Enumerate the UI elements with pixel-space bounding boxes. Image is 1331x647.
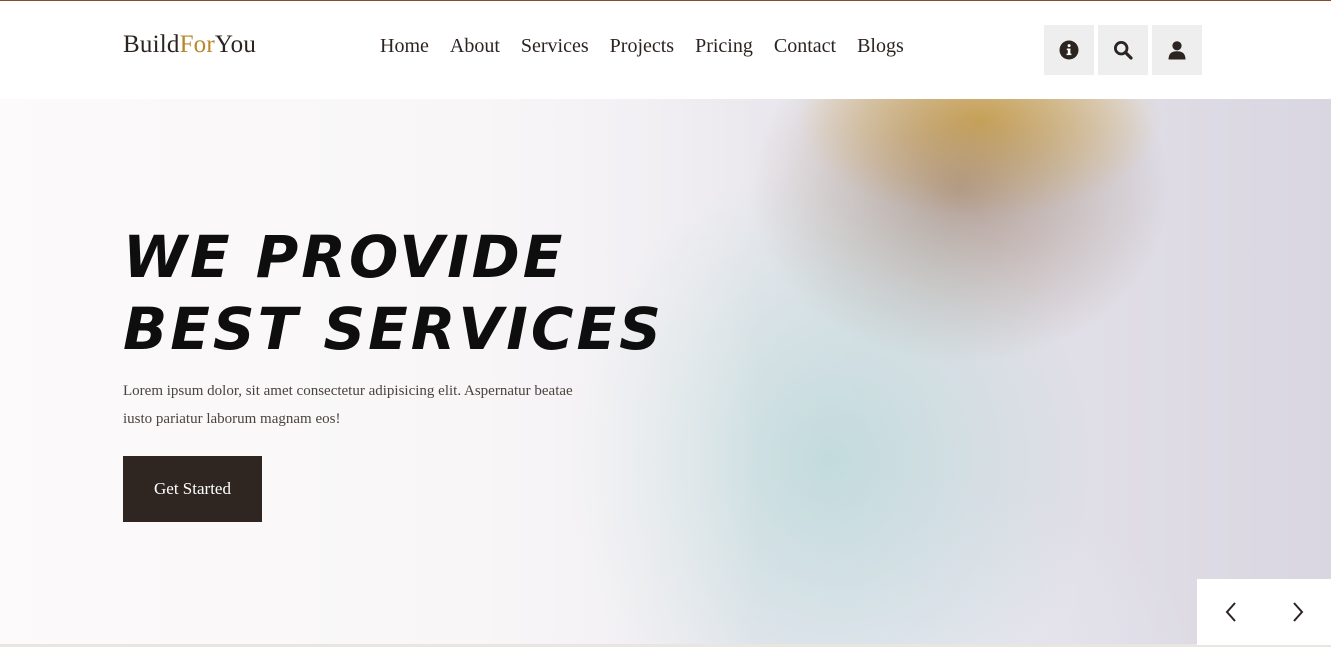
- nav-home[interactable]: Home: [380, 35, 429, 58]
- hero-background-fade: [0, 99, 760, 644]
- slider-controls: [1197, 579, 1331, 645]
- logo-part-you: You: [214, 31, 257, 58]
- info-icon: [1059, 40, 1079, 60]
- user-icon: [1168, 41, 1186, 60]
- hero-title-line1: WE PROVIDE: [123, 223, 566, 291]
- slider-next-button[interactable]: [1264, 579, 1331, 645]
- info-button[interactable]: [1044, 25, 1094, 75]
- nav-pricing[interactable]: Pricing: [695, 35, 753, 58]
- nav-contact[interactable]: Contact: [774, 35, 836, 58]
- user-button[interactable]: [1152, 25, 1202, 75]
- nav-about[interactable]: About: [450, 35, 500, 58]
- hero-title-line2: BEST SERVICES: [123, 295, 664, 363]
- search-icon: [1113, 40, 1133, 60]
- search-button[interactable]: [1098, 25, 1148, 75]
- hero-description: Lorem ipsum dolor, sit amet consectetur …: [123, 383, 573, 427]
- navbar: BuildForYou Home About Services Projects…: [0, 1, 1331, 99]
- logo-part-for: For: [179, 31, 215, 58]
- slider-prev-button[interactable]: [1197, 579, 1264, 645]
- main-nav: Home About Services Projects Pricing Con…: [380, 35, 925, 58]
- hero-section: WE PROVIDE BEST SERVICES Lorem ipsum dol…: [0, 99, 1331, 644]
- hero-title: WE PROVIDE BEST SERVICES: [123, 221, 743, 365]
- get-started-button[interactable]: Get Started: [123, 456, 262, 522]
- chevron-right-icon: [1292, 602, 1303, 622]
- logo-part-build: Build: [123, 31, 180, 58]
- chevron-left-icon: [1225, 602, 1236, 622]
- nav-blogs[interactable]: Blogs: [857, 35, 904, 58]
- nav-services[interactable]: Services: [521, 35, 589, 58]
- nav-projects[interactable]: Projects: [610, 35, 674, 58]
- logo[interactable]: BuildForYou: [123, 31, 256, 59]
